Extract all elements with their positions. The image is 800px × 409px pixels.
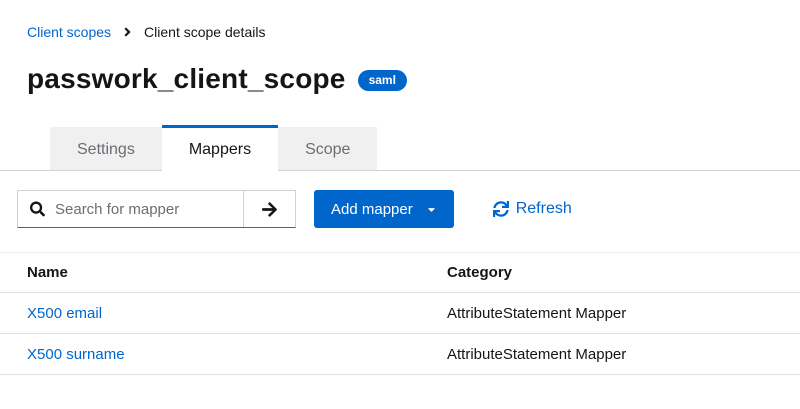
tab-scope[interactable]: Scope: [278, 127, 377, 170]
refresh-button[interactable]: Refresh: [493, 200, 572, 218]
tab-mappers[interactable]: Mappers: [162, 125, 278, 171]
table-row: X500 surname AttributeStatement Mapper: [0, 334, 800, 375]
breadcrumb: Client scopes Client scope details: [27, 24, 800, 40]
column-header-name: Name: [0, 253, 447, 293]
mapper-category: AttributeStatement Mapper: [447, 293, 800, 334]
search-icon: [30, 202, 45, 217]
caret-down-icon: [426, 204, 437, 215]
page-title: passwork_client_scope: [27, 63, 346, 95]
arrow-right-icon: [261, 201, 278, 218]
table-row: X500 email AttributeStatement Mapper: [0, 293, 800, 334]
mappers-table: Name Category X500 email AttributeStatem…: [0, 252, 800, 375]
add-mapper-label: Add mapper: [331, 201, 413, 218]
mapper-link-x500-email[interactable]: X500 email: [27, 305, 102, 322]
protocol-badge: saml: [358, 70, 407, 91]
mapper-category: AttributeStatement Mapper: [447, 334, 800, 375]
table-header-row: Name Category: [0, 253, 800, 293]
search-group: [17, 190, 296, 228]
chevron-right-icon: [123, 25, 132, 39]
mapper-link-x500-surname[interactable]: X500 surname: [27, 346, 125, 363]
refresh-label: Refresh: [516, 200, 572, 218]
page-header: passwork_client_scope saml: [27, 63, 800, 95]
search-input[interactable]: [18, 191, 243, 227]
search-submit-button[interactable]: [243, 191, 295, 227]
refresh-icon: [493, 201, 509, 217]
tab-bar: Settings Mappers Scope: [0, 125, 800, 171]
breadcrumb-current: Client scope details: [144, 24, 265, 40]
tab-settings[interactable]: Settings: [50, 127, 162, 170]
breadcrumb-link-client-scopes[interactable]: Client scopes: [27, 24, 111, 40]
search-field: [18, 191, 243, 227]
add-mapper-button[interactable]: Add mapper: [314, 190, 454, 228]
mappers-toolbar: Add mapper Refresh: [17, 190, 800, 228]
column-header-category: Category: [447, 253, 800, 293]
